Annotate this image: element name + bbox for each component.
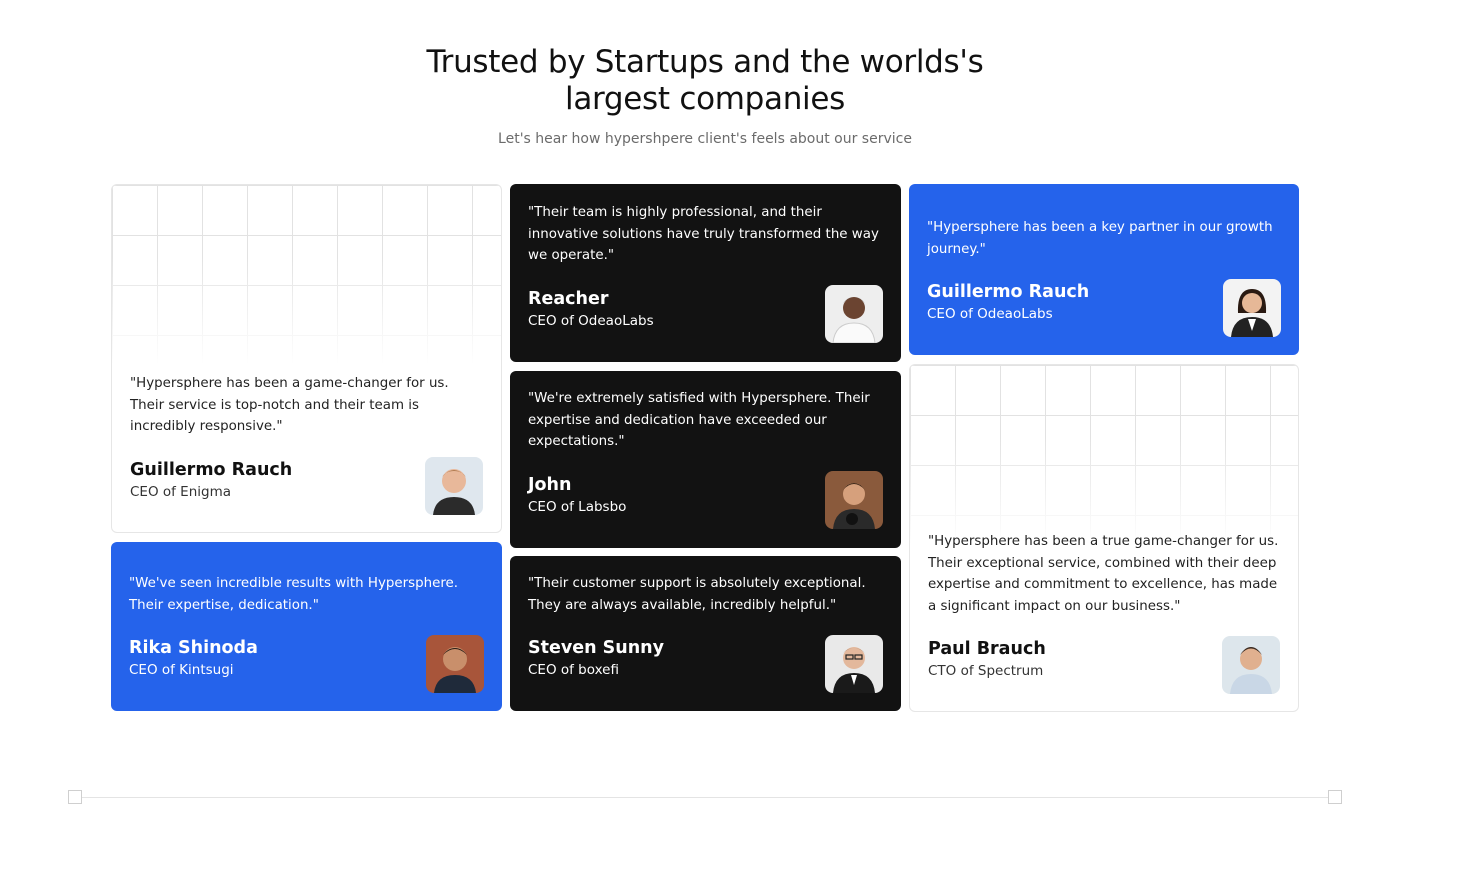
testimonial-quote: "Their customer support is absolutely ex… bbox=[528, 576, 866, 613]
testimonial-card: "Hypersphere has been a key partner in o… bbox=[909, 184, 1299, 355]
section-subtitle: Let's hear how hypershpere client's feel… bbox=[498, 131, 912, 147]
section-title: Trusted by Startups and the worlds's lar… bbox=[426, 44, 984, 117]
testimonial-card: "Hypersphere has been a game-changer for… bbox=[111, 184, 502, 533]
section-header: Trusted by Startups and the worlds's lar… bbox=[0, 44, 1410, 147]
author-name: Guillermo Rauch bbox=[927, 282, 1090, 302]
testimonial-card: "Their team is highly professional, and … bbox=[510, 184, 901, 362]
testimonial-quote: "We're extremely satisfied with Hypersph… bbox=[528, 391, 870, 449]
testimonial-author: Guillermo Rauch CEO of Enigma bbox=[130, 459, 292, 502]
author-name: Guillermo Rauch bbox=[130, 460, 293, 480]
grid-pattern bbox=[910, 365, 1298, 545]
testimonial-card: "Hypersphere has been a true game-change… bbox=[909, 364, 1299, 712]
resize-handle-left[interactable] bbox=[68, 790, 82, 804]
testimonial-card: "Their customer support is absolutely ex… bbox=[510, 556, 901, 711]
testimonial-quote: "Hypersphere has been a key partner in o… bbox=[927, 220, 1273, 257]
testimonial-author: John CEO of Labsbo bbox=[528, 474, 626, 517]
testimonial-card: "We've seen incredible results with Hype… bbox=[111, 542, 502, 711]
author-role: CTO of Spectrum bbox=[928, 663, 1044, 679]
testimonial-author: Paul Brauch CTO of Spectrum bbox=[928, 638, 1046, 681]
testimonial-author: Steven Sunny CEO of boxefi bbox=[528, 637, 664, 680]
author-name: Steven Sunny bbox=[528, 638, 665, 658]
author-name: John bbox=[528, 475, 572, 495]
author-role: CEO of boxefi bbox=[528, 662, 619, 678]
author-name: Rika Shinoda bbox=[129, 638, 258, 658]
man-avatar-icon bbox=[1222, 636, 1280, 694]
woman-avatar-icon bbox=[1223, 279, 1281, 337]
testimonial-quote: "Hypersphere has been a true game-change… bbox=[928, 534, 1279, 614]
author-role: CEO of OdeaoLabs bbox=[927, 306, 1053, 322]
author-role: CEO of Kintsugi bbox=[129, 662, 234, 678]
man-avatar-icon bbox=[425, 457, 483, 515]
testimonial-author: Reacher CEO of OdeaoLabs bbox=[528, 288, 654, 331]
testimonial-author: Rika Shinoda CEO of Kintsugi bbox=[129, 637, 258, 680]
author-name: Paul Brauch bbox=[928, 639, 1046, 659]
testimonial-card: "We're extremely satisfied with Hypersph… bbox=[510, 371, 901, 548]
author-role: CEO of Enigma bbox=[130, 484, 232, 500]
author-role: CEO of OdeaoLabs bbox=[528, 313, 654, 329]
grid-pattern bbox=[112, 185, 501, 365]
man-avatar-icon bbox=[825, 635, 883, 693]
testimonial-quote: "Hypersphere has been a game-changer for… bbox=[130, 376, 449, 434]
testimonial-quote: "Their team is highly professional, and … bbox=[528, 205, 879, 263]
author-role: CEO of Labsbo bbox=[528, 499, 627, 515]
section-divider bbox=[75, 797, 1335, 798]
testimonial-author: Guillermo Rauch CEO of OdeaoLabs bbox=[927, 281, 1089, 324]
author-name: Reacher bbox=[528, 289, 609, 309]
man-avatar-icon bbox=[825, 471, 883, 529]
testimonial-quote: "We've seen incredible results with Hype… bbox=[129, 576, 459, 613]
resize-handle-right[interactable] bbox=[1328, 790, 1342, 804]
man-avatar-icon bbox=[426, 635, 484, 693]
woman-avatar-icon bbox=[825, 285, 883, 343]
